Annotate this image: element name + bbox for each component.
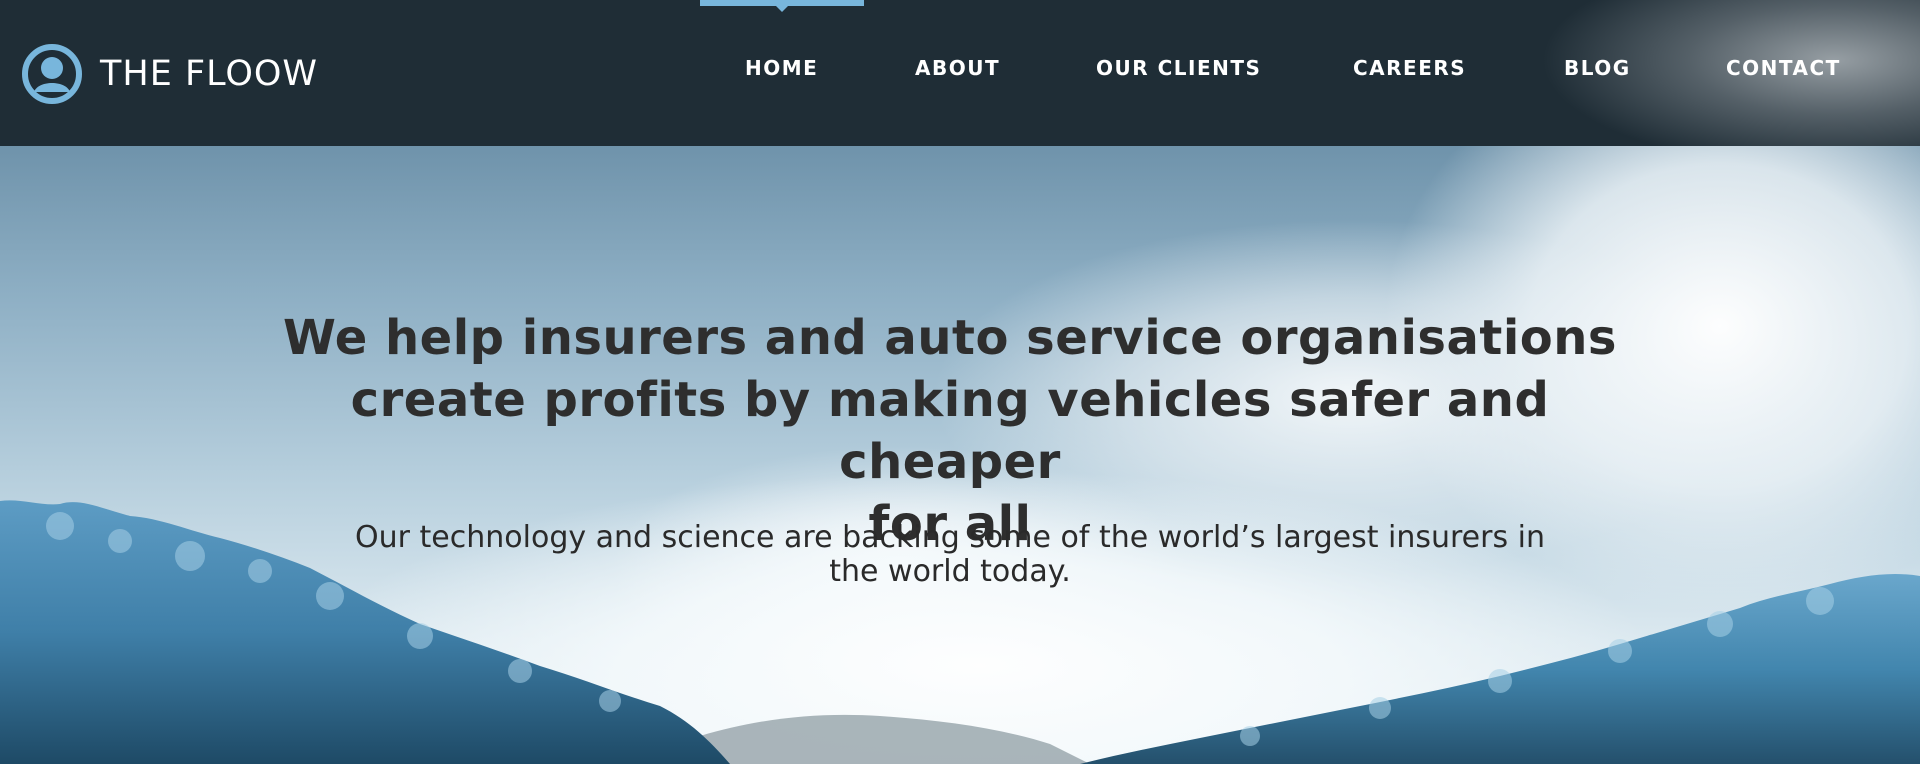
hero-headline: We help insurers and auto service organi… <box>280 307 1620 555</box>
main-nav: HOME ABOUT OUR CLIENTS CAREERS BLOG CONT… <box>0 56 1920 80</box>
nav-item-blog[interactable]: BLOG <box>1564 56 1631 80</box>
hero-banner: We help insurers and auto service organi… <box>0 146 1920 764</box>
hero-subheading-line: Our technology and science are backing s… <box>355 520 1545 555</box>
nav-item-contact[interactable]: CONTACT <box>1726 56 1841 80</box>
site-header: THE FLOOW HOME ABOUT OUR CLIENTS CAREERS… <box>0 0 1920 146</box>
active-nav-indicator <box>700 0 864 12</box>
nav-item-home[interactable]: HOME <box>745 56 818 80</box>
hero-headline-line: create profits by making vehicles safer … <box>350 372 1550 491</box>
nav-item-careers[interactable]: CAREERS <box>1353 56 1466 80</box>
hero-subheading: Our technology and science are backing s… <box>330 521 1570 589</box>
hero-subheading-line: the world today. <box>829 554 1071 589</box>
hero-headline-line: We help insurers and auto service organi… <box>283 310 1617 367</box>
nav-item-our-clients[interactable]: OUR CLIENTS <box>1096 56 1261 80</box>
nav-item-about[interactable]: ABOUT <box>915 56 1000 80</box>
